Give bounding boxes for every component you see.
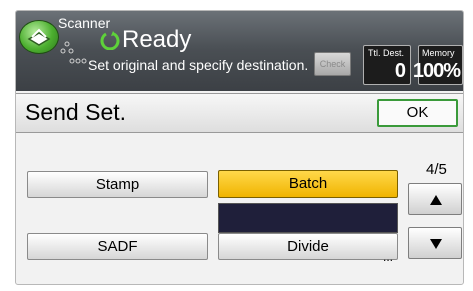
job-queue-icon [69, 58, 87, 64]
stamp-button[interactable]: Stamp [27, 171, 208, 198]
ok-button[interactable]: OK [377, 99, 458, 127]
down-arrow-icon [430, 239, 442, 249]
up-arrow-icon [430, 195, 442, 205]
total-destinations-counter: Ttl. Dest. 0 [363, 45, 411, 85]
app-name: Scanner [58, 15, 111, 31]
batch-button[interactable]: Batch [218, 170, 398, 198]
more-options-icon: ... [382, 250, 393, 264]
status-header: Scanner Ready Set original and specify d… [16, 11, 463, 91]
page-indicator: 4/5 [426, 161, 447, 178]
scanner-screen: Scanner Ready Set original and specify d… [15, 10, 464, 285]
scanner-icon[interactable] [19, 20, 59, 54]
status-text: Ready [122, 26, 192, 53]
job-queue-icon [60, 41, 74, 54]
total-destinations-label: Ttl. Dest. [368, 48, 405, 58]
total-destinations-value: 0 [394, 60, 406, 82]
divide-button-label: Divide [287, 238, 329, 255]
memory-value: 100% [412, 60, 461, 82]
memory-indicator: Memory 100% [413, 45, 463, 85]
page-down-button[interactable] [408, 227, 462, 259]
page-title: Send Set. [25, 99, 127, 125]
batch-detail-field [218, 203, 398, 233]
divide-button[interactable]: Divide ... [218, 233, 398, 264]
status-message: Set original and specify destination. [88, 57, 309, 73]
check-button[interactable]: Check [314, 52, 351, 76]
title-bar: Send Set. OK [16, 93, 463, 133]
page-up-button[interactable] [408, 183, 462, 215]
memory-label: Memory [422, 48, 455, 58]
sadf-button[interactable]: SADF [27, 233, 208, 260]
ready-icon [100, 31, 120, 50]
